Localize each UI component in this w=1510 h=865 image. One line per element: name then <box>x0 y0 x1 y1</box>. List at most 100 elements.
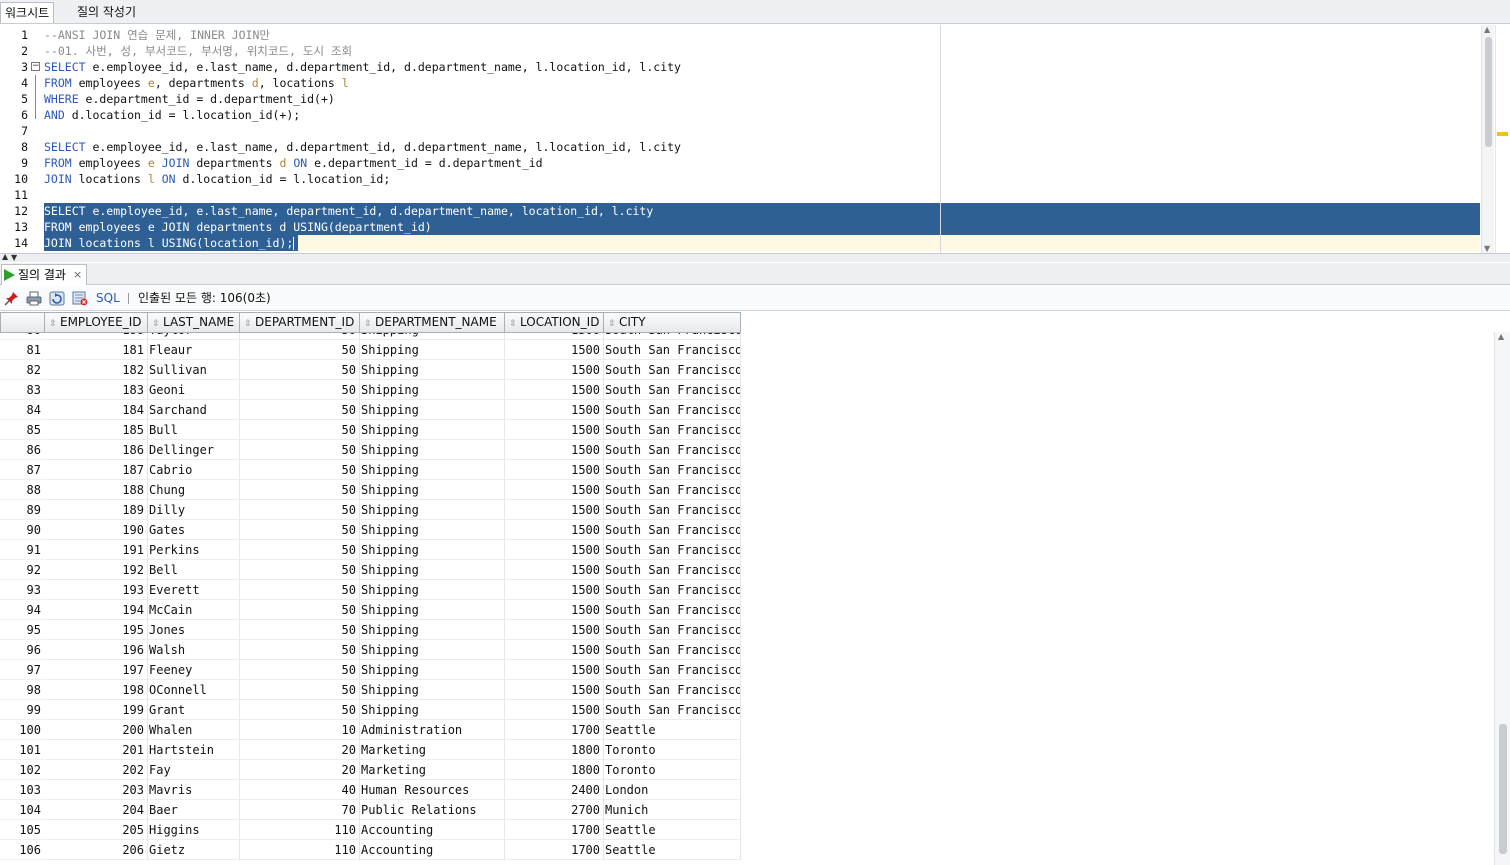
table-cell[interactable]: South San Francisco <box>604 400 741 420</box>
table-cell[interactable]: 50 <box>240 420 360 440</box>
table-cell[interactable]: Shipping <box>360 480 505 500</box>
table-cell[interactable]: 1500 <box>505 480 604 500</box>
table-cell[interactable]: 184 <box>45 400 148 420</box>
table-cell[interactable]: Shipping <box>360 600 505 620</box>
table-cell[interactable]: Cabrio <box>148 460 240 480</box>
table-row[interactable]: 92 192 Bell 50 Shipping 1500 South San Francis… <box>0 560 741 580</box>
table-cell[interactable]: South San Francisco <box>604 480 741 500</box>
table-cell[interactable]: Sarchand <box>148 400 240 420</box>
table-cell[interactable]: 196 <box>45 640 148 660</box>
table-cell[interactable]: 1500 <box>505 460 604 480</box>
table-row[interactable]: 100 200 Whalen 10 Administration 1700 Seattle <box>0 720 741 740</box>
table-row[interactable]: 99 199 Grant 50 Shipping 1500 South San Franci… <box>0 700 741 720</box>
table-cell[interactable]: 186 <box>45 440 148 460</box>
table-cell[interactable]: Shipping <box>360 540 505 560</box>
table-cell[interactable]: London <box>604 780 741 800</box>
table-cell[interactable]: 2700 <box>505 800 604 820</box>
table-cell[interactable]: Shipping <box>360 340 505 360</box>
table-cell[interactable]: 182 <box>45 360 148 380</box>
pane-splitter[interactable]: ▲ ▼ <box>0 252 1510 262</box>
table-cell[interactable]: 197 <box>45 660 148 680</box>
table-cell[interactable]: 110 <box>240 820 360 840</box>
export-icon[interactable] <box>72 291 88 306</box>
table-row[interactable]: 98 198 OConnell 50 Shipping 1500 South San Fra… <box>0 680 741 700</box>
table-cell[interactable]: 50 <box>240 540 360 560</box>
refresh-icon[interactable] <box>49 291 65 306</box>
table-cell[interactable]: South San Francisco <box>604 380 741 400</box>
table-cell[interactable]: Shipping <box>360 660 505 680</box>
table-row[interactable]: 96 196 Walsh 50 Shipping 1500 South San Franci… <box>0 640 741 660</box>
table-cell[interactable]: 192 <box>45 560 148 580</box>
table-cell[interactable]: Shipping <box>360 560 505 580</box>
table-cell[interactable]: Munich <box>604 800 741 820</box>
table-cell[interactable]: South San Francisco <box>604 700 741 720</box>
table-row[interactable]: 82 182 Sullivan 50 Shipping 1500 South San Fra… <box>0 360 741 380</box>
table-cell[interactable]: Geoni <box>148 380 240 400</box>
table-cell[interactable]: Shipping <box>360 380 505 400</box>
table-cell[interactable]: 205 <box>45 820 148 840</box>
table-cell[interactable]: Shipping <box>360 500 505 520</box>
table-cell[interactable]: 183 <box>45 380 148 400</box>
table-cell[interactable]: South San Francisco <box>604 580 741 600</box>
tab-query-result[interactable]: 질의 결과 × <box>1 264 88 285</box>
table-cell[interactable]: 50 <box>240 520 360 540</box>
table-cell[interactable]: Mavris <box>148 780 240 800</box>
table-row[interactable]: 89 189 Dilly 50 Shipping 1500 South San Franci… <box>0 500 741 520</box>
table-cell[interactable]: 1500 <box>505 520 604 540</box>
table-cell[interactable]: South San Francisco <box>604 640 741 660</box>
table-cell[interactable]: Shipping <box>360 620 505 640</box>
code-line[interactable]: FROM employees e JOIN departments d USIN… <box>44 219 1480 235</box>
code-line[interactable]: FROM employees e JOIN departments d ON e… <box>44 155 1480 171</box>
table-cell[interactable]: 1700 <box>505 840 604 860</box>
code-line[interactable]: FROM employees e, departments d, locatio… <box>44 75 1480 91</box>
table-cell[interactable]: 50 <box>240 500 360 520</box>
table-cell[interactable]: 50 <box>240 620 360 640</box>
table-cell[interactable]: 1800 <box>505 760 604 780</box>
table-cell[interactable]: South San Francisco <box>604 460 741 480</box>
table-cell[interactable]: Seattle <box>604 720 741 740</box>
table-row[interactable]: 105 205 Higgins 110 Accounting 1700 Seattle <box>0 820 741 840</box>
table-cell[interactable]: 1500 <box>505 680 604 700</box>
editor-scroll-thumb[interactable] <box>1485 37 1492 147</box>
table-cell[interactable]: Public Relations <box>360 800 505 820</box>
code-line[interactable]: --ANSI JOIN 연습 문제, INNER JOIN만 <box>44 27 1480 43</box>
table-cell[interactable]: 1500 <box>505 640 604 660</box>
column-header-city[interactable]: ⇳ CITY <box>604 312 741 333</box>
column-header-location-id[interactable]: ⇳ LOCATION_ID <box>505 312 604 333</box>
table-cell[interactable]: 198 <box>45 680 148 700</box>
table-cell[interactable]: Shipping <box>360 640 505 660</box>
table-cell[interactable]: Human Resources <box>360 780 505 800</box>
table-cell[interactable]: Gates <box>148 520 240 540</box>
column-header-department-name[interactable]: ⇳ DEPARTMENT_NAME <box>360 312 505 333</box>
sql-link[interactable]: SQL <box>96 290 120 307</box>
overview-marker[interactable] <box>1497 132 1508 136</box>
table-cell[interactable]: Jones <box>148 620 240 640</box>
table-cell[interactable]: 20 <box>240 760 360 780</box>
code-line[interactable]: JOIN locations l ON d.location_id = l.lo… <box>44 171 1480 187</box>
table-cell[interactable]: 50 <box>240 580 360 600</box>
table-cell[interactable]: OConnell <box>148 680 240 700</box>
table-row[interactable]: 90 190 Gates 50 Shipping 1500 South San Franci… <box>0 520 741 540</box>
table-cell[interactable]: 50 <box>240 640 360 660</box>
table-cell[interactable]: Seattle <box>604 820 741 840</box>
table-cell[interactable]: 1500 <box>505 340 604 360</box>
table-row[interactable]: 103 203 Mavris 40 Human Resources 2400 London <box>0 780 741 800</box>
table-cell[interactable]: Fay <box>148 760 240 780</box>
table-cell[interactable]: Baer <box>148 800 240 820</box>
table-cell[interactable]: 50 <box>240 680 360 700</box>
table-cell[interactable]: 1500 <box>505 380 604 400</box>
collapse-down-icon[interactable]: ▼ <box>11 253 17 262</box>
table-cell[interactable]: Higgins <box>148 820 240 840</box>
table-cell[interactable]: 185 <box>45 420 148 440</box>
scroll-down-icon[interactable]: ▼ <box>1484 244 1490 253</box>
sort-icon[interactable]: ⇳ <box>508 315 518 332</box>
code-line[interactable]: AND d.location_id = l.location_id(+); <box>44 107 1480 123</box>
table-cell[interactable]: 194 <box>45 600 148 620</box>
table-cell[interactable]: 50 <box>240 480 360 500</box>
table-row[interactable]: 81 181 Fleaur 50 Shipping 1500 South San Franc… <box>0 340 741 360</box>
table-cell[interactable]: Shipping <box>360 420 505 440</box>
table-cell[interactable]: 193 <box>45 580 148 600</box>
table-cell[interactable]: Grant <box>148 700 240 720</box>
table-cell[interactable]: Whalen <box>148 720 240 740</box>
table-cell[interactable]: 50 <box>240 660 360 680</box>
